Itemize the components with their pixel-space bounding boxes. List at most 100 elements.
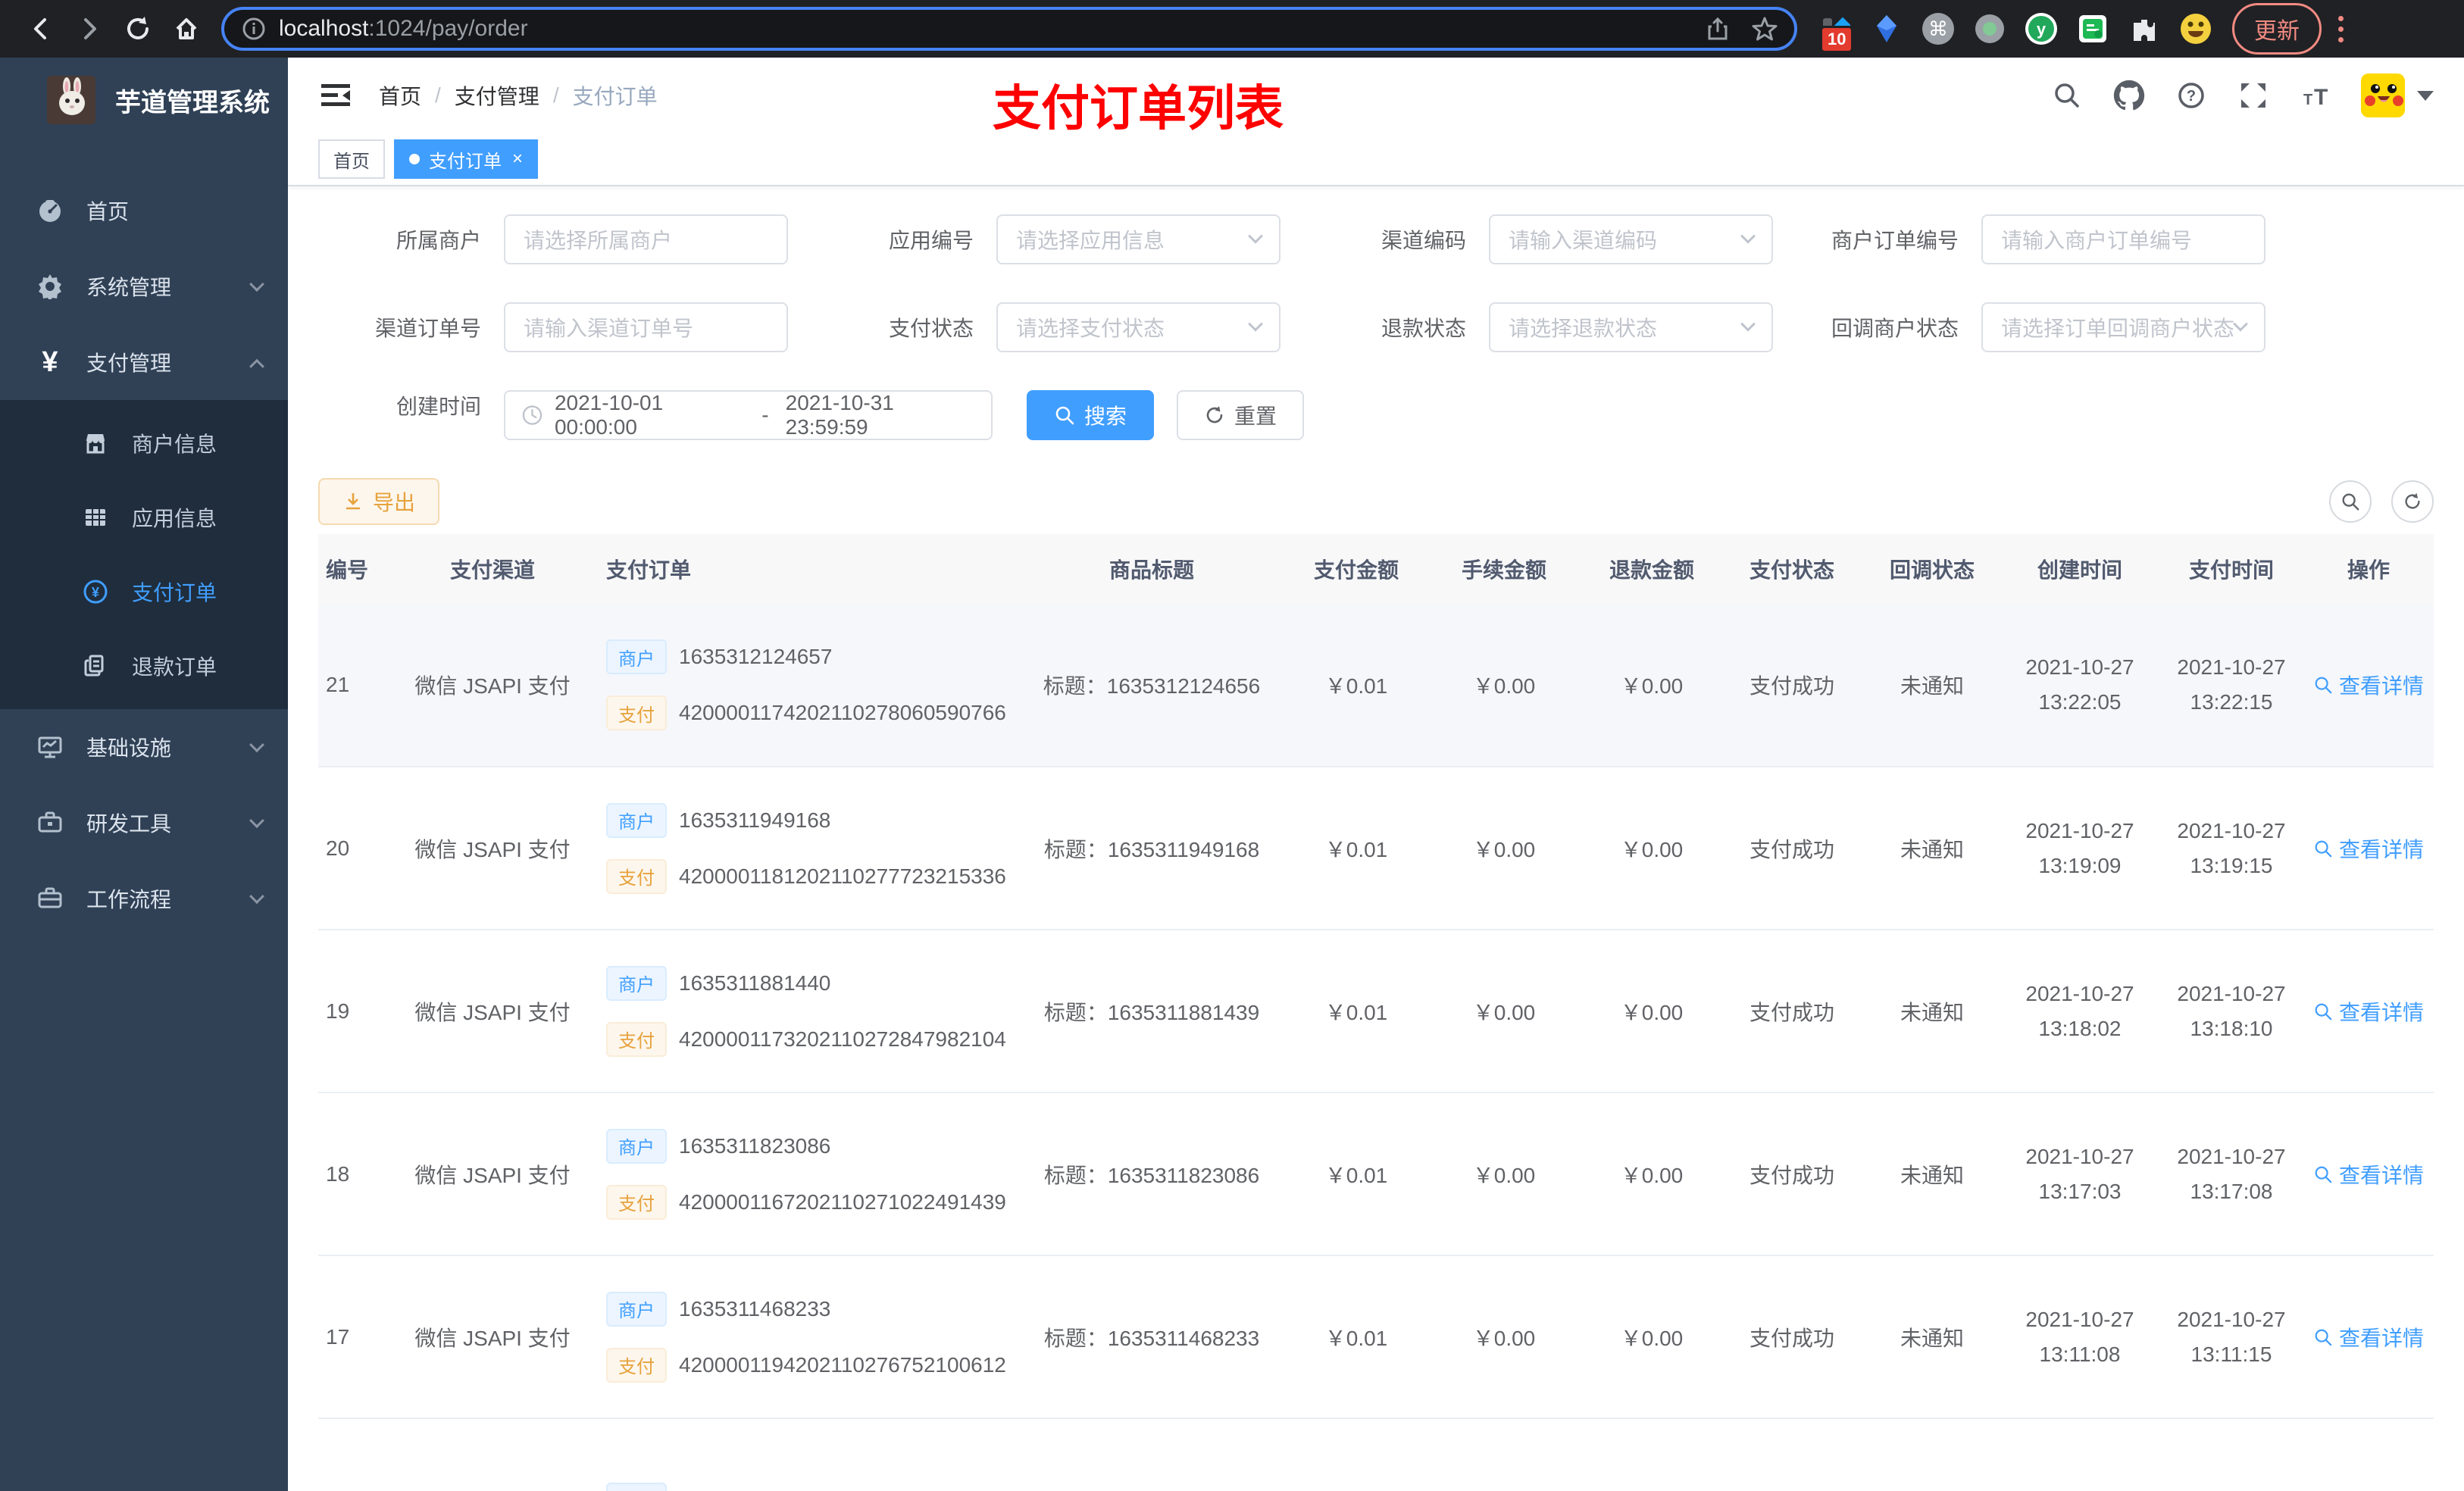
pay-order-no: 4200001174202110278060590766 <box>679 701 1006 724</box>
chrome-update-button[interactable]: 更新 <box>2232 3 2322 55</box>
sidebar-extension-icon[interactable]: 10 <box>1818 12 1854 53</box>
kite-extension-icon[interactable] <box>1870 12 1903 45</box>
home-icon[interactable] <box>167 9 206 48</box>
merchant-order-no: 1635311881440 <box>679 971 831 995</box>
merchant-tag: 商户 <box>606 965 667 1001</box>
reload-icon[interactable] <box>118 9 158 48</box>
reset-button[interactable]: 重置 <box>1177 390 1305 440</box>
merchant-order-line: 商户 1635311468233 <box>606 1291 1015 1327</box>
tab-home[interactable]: 首页 <box>318 139 385 179</box>
command-extension-icon[interactable]: ⌘ <box>1921 12 1955 45</box>
cell-pay-time: 2021-10-27 13:22:15 <box>2159 604 2303 767</box>
profile-avatar-icon[interactable] <box>2179 12 2212 45</box>
filter-input[interactable]: 请输入渠道编码 <box>1489 214 1773 264</box>
input-placeholder: 请输入渠道编码 <box>1509 229 1658 252</box>
sidebar-item-pay-order[interactable]: ¥ 支付订单 <box>0 555 288 629</box>
cell-fee: ￥0.00 <box>1424 930 1584 1093</box>
view-detail-link[interactable]: 查看详情 <box>2313 670 2424 700</box>
sidebar-item-infra[interactable]: 基础设施 <box>0 709 288 785</box>
chrome-menu-icon[interactable] <box>2338 15 2344 42</box>
sidebar-item-app-info[interactable]: 应用信息 <box>0 480 288 555</box>
chevron-down-icon <box>249 277 264 292</box>
search-icon <box>1055 406 1074 425</box>
sidebar-item-workflow[interactable]: 工作流程 <box>0 861 288 936</box>
cell-title: 标题：1635311468233 <box>1015 1255 1288 1419</box>
filter-input[interactable]: 请选择退款状态 <box>1489 302 1773 352</box>
cell-pay-time: 2021-10-27 13:18:10 <box>2159 930 2303 1093</box>
font-size-icon[interactable]: TT <box>2299 79 2332 112</box>
column-header: 创建时间 <box>2000 534 2159 604</box>
magnifier-icon <box>2315 1329 2332 1346</box>
sidebar-item-home[interactable]: 首页 <box>0 173 288 248</box>
chevron-down-icon <box>1740 228 1756 244</box>
column-header: 商品标题 <box>1015 534 1288 604</box>
cell-channel: 微信 JSAPI 支付 <box>394 767 591 930</box>
chat-extension-icon[interactable] <box>2076 12 2109 45</box>
view-detail-link[interactable]: 查看详情 <box>2313 996 2424 1027</box>
y-extension-icon[interactable]: y <box>2025 12 2058 45</box>
cell-title: 标题：1635311823086 <box>1015 1092 1288 1256</box>
view-detail-link[interactable]: 查看详情 <box>2313 1159 2424 1189</box>
filter-input[interactable]: 请选择订单回调商户状态 <box>1981 302 2265 352</box>
view-detail-link[interactable]: 查看详情 <box>2313 833 2424 864</box>
sidebar-collapse-icon[interactable] <box>318 78 353 113</box>
bookmark-star-icon[interactable] <box>1752 16 1778 42</box>
close-icon[interactable]: × <box>512 148 523 170</box>
search-button[interactable]: 搜索 <box>1027 390 1155 440</box>
active-dot <box>409 154 420 164</box>
chevron-down-icon <box>1248 228 1263 244</box>
sidebar-item-dev-tools[interactable]: 研发工具 <box>0 785 288 861</box>
url-bar[interactable]: localhost:1024/pay/order <box>221 7 1797 51</box>
date-range-picker[interactable]: 2021-10-01 00:00:00 - 2021-10-31 23:59:5… <box>504 390 993 440</box>
url-text: localhost:1024/pay/order <box>279 16 1705 42</box>
cell-pay-order: 商户 1635312124657 支付 42000011742021102780… <box>591 604 1015 767</box>
toggle-search-icon[interactable] <box>2329 480 2372 523</box>
tags-view-bar: 首页 支付订单 × <box>288 133 2464 186</box>
breadcrumb-home[interactable]: 首页 <box>379 80 421 111</box>
user-menu[interactable] <box>2361 73 2434 117</box>
filter-input[interactable]: 请选择支付状态 <box>996 302 1280 352</box>
cell-pay-time: 2021-10-27 13:19:15 <box>2159 767 2303 930</box>
url-path: :1024/pay/order <box>368 16 528 41</box>
document-copy-icon <box>79 654 112 678</box>
cell-refund: ￥0.00 <box>1584 930 1720 1093</box>
cell-refund: ￥0.00 <box>1584 767 1720 930</box>
column-header: 支付金额 <box>1288 534 1424 604</box>
export-button[interactable]: 导出 <box>318 478 440 525</box>
filter-field: 回调商户状态 请选择订单回调商户状态 <box>1796 302 2265 352</box>
filter-input[interactable]: 请输入渠道订单号 <box>504 302 788 352</box>
sidebar-item-merchant-info[interactable]: 商户信息 <box>0 406 288 480</box>
svg-text:¥: ¥ <box>92 585 99 600</box>
filter-input[interactable]: 请选择应用信息 <box>996 214 1280 264</box>
filter-input[interactable]: 请选择所属商户 <box>504 214 788 264</box>
sidebar-item-refund-order[interactable]: 退款订单 <box>0 629 288 703</box>
back-icon[interactable] <box>21 9 61 48</box>
fullscreen-icon[interactable] <box>2237 79 2270 112</box>
input-placeholder: 请输入渠道订单号 <box>524 317 694 340</box>
refresh-table-icon[interactable] <box>2391 480 2434 523</box>
view-detail-link[interactable]: 查看详情 <box>2313 1322 2424 1352</box>
cell-id <box>318 1418 394 1491</box>
briefcase-icon <box>33 886 67 911</box>
sidebar-item-system[interactable]: 系统管理 <box>0 248 288 324</box>
tab-pay-order[interactable]: 支付订单 × <box>394 139 539 179</box>
github-icon[interactable] <box>2112 79 2146 112</box>
share-icon[interactable] <box>1705 16 1731 42</box>
breadcrumb-payment[interactable]: 支付管理 <box>455 80 539 111</box>
puzzle-extensions-icon[interactable] <box>2128 12 2161 45</box>
app-logo[interactable]: 芋道管理系统 <box>0 58 288 142</box>
recorder-extension-icon[interactable] <box>1973 12 2006 45</box>
forward-icon[interactable] <box>70 9 109 48</box>
input-placeholder: 请选择退款状态 <box>1509 317 1658 340</box>
magnifier-icon <box>2315 840 2332 857</box>
site-info-icon[interactable] <box>241 16 267 42</box>
cell-action: 查看详情 <box>2303 1255 2434 1419</box>
filter-field: 支付状态 请选择支付状态 <box>811 302 1280 352</box>
merchant-order-line: 商户 1635311881440 <box>606 965 1015 1001</box>
filter-input[interactable]: 请输入商户订单编号 <box>1981 214 2265 264</box>
svg-text:?: ? <box>2187 88 2196 105</box>
sidebar-item-payment[interactable]: ¥ 支付管理 <box>0 324 288 400</box>
pay-tag: 支付 <box>606 1021 667 1057</box>
search-icon[interactable] <box>2050 79 2084 112</box>
help-icon[interactable]: ? <box>2175 79 2208 112</box>
